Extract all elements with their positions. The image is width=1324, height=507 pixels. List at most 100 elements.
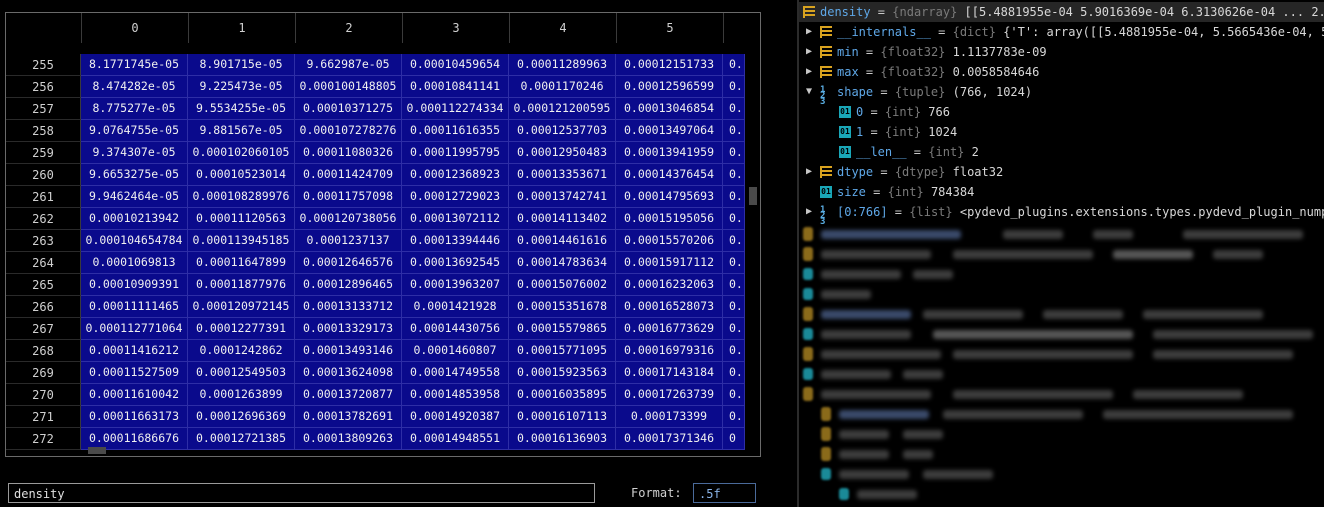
collapse-arrow-icon[interactable]: ▼ — [803, 82, 815, 102]
table-cell-partial[interactable]: 0. — [723, 98, 745, 120]
row-header[interactable]: 263 — [6, 230, 81, 252]
table-cell-partial[interactable]: 0. — [723, 384, 745, 406]
horizontal-scrollbar[interactable] — [81, 447, 751, 454]
table-cell[interactable]: 8.474282e-05 — [81, 76, 188, 98]
column-header-2[interactable]: 2 — [296, 13, 403, 43]
table-cell[interactable]: 8.1771745e-05 — [81, 54, 188, 76]
expand-arrow-icon[interactable]: ▶ — [803, 162, 815, 182]
table-cell[interactable]: 0.0001421928 — [402, 296, 509, 318]
table-cell-partial[interactable]: 0. — [723, 142, 745, 164]
table-cell[interactable]: 0.00011663173 — [81, 406, 188, 428]
table-cell[interactable]: 9.6653275e-05 — [81, 164, 188, 186]
table-cell[interactable]: 0.00013941959 — [616, 142, 723, 164]
horizontal-scrollbar-thumb[interactable] — [88, 447, 106, 454]
table-cell[interactable]: 0.00012696369 — [188, 406, 295, 428]
row-header[interactable]: 262 — [6, 208, 81, 230]
row-header[interactable]: 257 — [6, 98, 81, 120]
table-cell[interactable]: 0.00013692545 — [402, 252, 509, 274]
table-cell[interactable]: 0.00012596599 — [616, 76, 723, 98]
table-cell[interactable]: 0.0001237137 — [295, 230, 402, 252]
row-header[interactable]: 255 — [6, 54, 81, 76]
table-cell-partial[interactable]: 0. — [723, 318, 745, 340]
table-cell-partial[interactable]: 0. — [723, 120, 745, 142]
table-cell[interactable]: 0.00013720877 — [295, 384, 402, 406]
table-cell[interactable]: 0.00014853958 — [402, 384, 509, 406]
table-cell[interactable]: 0.00011416212 — [81, 340, 188, 362]
column-header-4[interactable]: 4 — [510, 13, 617, 43]
table-cell[interactable]: 0.00013046854 — [616, 98, 723, 120]
table-cell[interactable]: 0.00014430756 — [402, 318, 509, 340]
table-cell[interactable]: 0.00010371275 — [295, 98, 402, 120]
table-cell[interactable]: 0.0001069813 — [81, 252, 188, 274]
table-cell[interactable]: 0.000173399 — [616, 406, 723, 428]
table-cell-partial[interactable]: 0. — [723, 230, 745, 252]
tree-row-internals[interactable]: ▶ __internals__ = {dict} {'T': array([[5.… — [799, 22, 1324, 42]
table-cell[interactable]: 9.225473e-05 — [188, 76, 295, 98]
table-cell[interactable]: 0.00016773629 — [616, 318, 723, 340]
table-cell[interactable]: 0.00016979316 — [616, 340, 723, 362]
table-cell-partial[interactable]: 0. — [723, 362, 745, 384]
tree-row-density[interactable]: density = {ndarray} [[5.4881955e-04 5.90… — [799, 2, 1324, 22]
table-cell[interactable]: 0.000104654784 — [81, 230, 188, 252]
column-header-partial[interactable] — [724, 13, 754, 43]
row-header[interactable]: 266 — [6, 296, 81, 318]
row-header[interactable]: 261 — [6, 186, 81, 208]
table-cell[interactable]: 0.00015570206 — [616, 230, 723, 252]
table-cell[interactable]: 0.000120972145 — [188, 296, 295, 318]
table-cell[interactable]: 0.00012646576 — [295, 252, 402, 274]
table-cell[interactable]: 0.000102060105 — [188, 142, 295, 164]
table-cell[interactable]: 0.00015351678 — [509, 296, 616, 318]
table-cell[interactable]: 0.00014749558 — [402, 362, 509, 384]
array-grid[interactable]: 012345 255 8.1771745e-05 8.901715e-05 9.662… — [5, 12, 761, 457]
tree-row-size[interactable]: 01 size = {int} 784384 — [799, 182, 1324, 202]
tree-row-min[interactable]: ▶ min = {float32} 1.1137783e-09 — [799, 42, 1324, 62]
table-cell[interactable]: 0.00010841141 — [402, 76, 509, 98]
tree-row-shape[interactable]: ▼ 1 2 3 shape = {tuple} (766, 1024) — [799, 82, 1324, 107]
table-cell[interactable]: 0.0001263899 — [188, 384, 295, 406]
table-cell[interactable]: 0.00016528073 — [616, 296, 723, 318]
table-cell[interactable]: 0.000108289976 — [188, 186, 295, 208]
table-cell[interactable]: 0.00015579865 — [509, 318, 616, 340]
row-header[interactable]: 267 — [6, 318, 81, 340]
tree-row-0[interactable]: 01 0 = {int} 766 — [799, 102, 1324, 122]
table-cell[interactable]: 0.00014920387 — [402, 406, 509, 428]
column-header-0[interactable]: 0 — [82, 13, 189, 43]
table-cell[interactable]: 0.00011120563 — [188, 208, 295, 230]
table-cell[interactable]: 0.00015917112 — [616, 252, 723, 274]
format-input[interactable]: .5f — [693, 483, 756, 503]
table-cell[interactable]: 0.00012896465 — [295, 274, 402, 296]
expand-arrow-icon[interactable]: ▶ — [803, 22, 815, 42]
table-cell[interactable]: 9.9462464e-05 — [81, 186, 188, 208]
table-cell[interactable]: 0.00012537703 — [509, 120, 616, 142]
table-cell[interactable]: 0.000112274334 — [402, 98, 509, 120]
table-cell-partial[interactable]: 0. — [723, 296, 745, 318]
table-cell[interactable]: 0.000120738056 — [295, 208, 402, 230]
table-cell[interactable]: 0.00014376454 — [616, 164, 723, 186]
table-cell-partial[interactable]: 0. — [723, 340, 745, 362]
table-cell[interactable]: 0.00016107113 — [509, 406, 616, 428]
table-cell-partial[interactable]: 0. — [723, 274, 745, 296]
table-cell[interactable]: 0.000100148805 — [295, 76, 402, 98]
table-cell[interactable]: 9.0764755e-05 — [81, 120, 188, 142]
table-cell[interactable]: 0.00013353671 — [509, 164, 616, 186]
table-cell[interactable]: 0.00012277391 — [188, 318, 295, 340]
expand-arrow-icon[interactable]: ▶ — [803, 202, 815, 222]
expand-arrow-icon[interactable]: ▶ — [803, 62, 815, 82]
row-header[interactable]: 269 — [6, 362, 81, 384]
table-cell[interactable]: 0.00011424709 — [295, 164, 402, 186]
table-cell[interactable]: 9.881567e-05 — [188, 120, 295, 142]
table-cell[interactable]: 0.00015076002 — [509, 274, 616, 296]
column-header-3[interactable]: 3 — [403, 13, 510, 43]
table-cell-partial[interactable]: 0. — [723, 406, 745, 428]
table-cell[interactable]: 0.00011610042 — [81, 384, 188, 406]
row-header[interactable]: 256 — [6, 76, 81, 98]
table-cell-partial[interactable]: 0. — [723, 208, 745, 230]
table-cell[interactable]: 9.5534255e-05 — [188, 98, 295, 120]
row-header[interactable]: 268 — [6, 340, 81, 362]
row-header[interactable]: 258 — [6, 120, 81, 142]
table-cell[interactable]: 0.00011647899 — [188, 252, 295, 274]
table-cell[interactable]: 0.00017263739 — [616, 384, 723, 406]
table-cell[interactable]: 0.00013782691 — [295, 406, 402, 428]
table-cell[interactable]: 0.00016232063 — [616, 274, 723, 296]
expression-input[interactable]: density — [8, 483, 595, 503]
